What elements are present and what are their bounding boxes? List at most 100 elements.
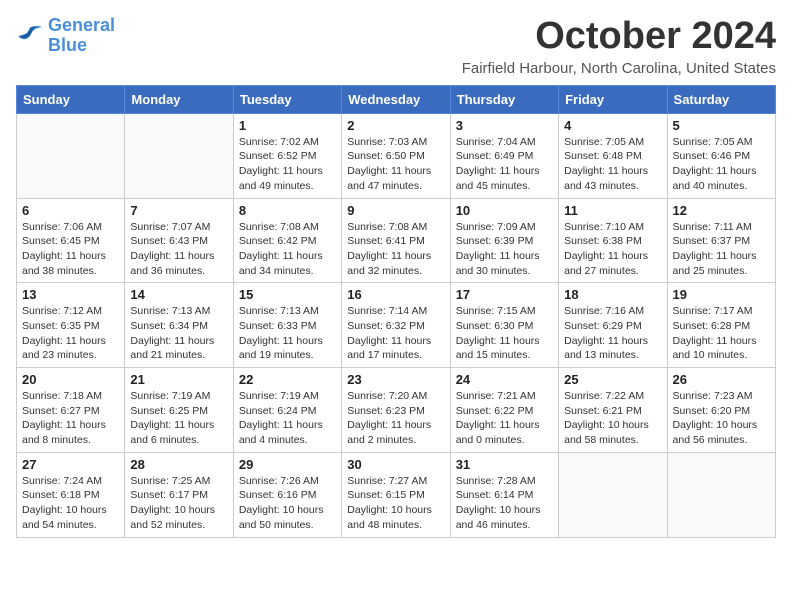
- calendar-cell: 14 Sunrise: 7:13 AMSunset: 6:34 PMDayligh…: [125, 283, 233, 368]
- calendar-cell: 15 Sunrise: 7:13 AMSunset: 6:33 PMDayligh…: [233, 283, 341, 368]
- calendar-cell: 16 Sunrise: 7:14 AMSunset: 6:32 PMDayligh…: [342, 283, 450, 368]
- calendar-cell: 27 Sunrise: 7:24 AMSunset: 6:18 PMDayligh…: [17, 452, 125, 537]
- calendar-cell: 7Sunrise: 7:07 AMSunset: 6:43 PMDaylight…: [125, 198, 233, 283]
- calendar-cell: 23 Sunrise: 7:20 AMSunset: 6:23 PMDayligh…: [342, 368, 450, 453]
- location-subtitle: Fairfield Harbour, North Carolina, Unite…: [462, 60, 776, 77]
- day-number: 19: [673, 287, 770, 302]
- day-number: 16: [347, 287, 444, 302]
- calendar-cell: 25Sunrise: 7:22 AMSunset: 6:21 PMDayligh…: [559, 368, 667, 453]
- week-row-1: 1 Sunrise: 7:02 AMSunset: 6:52 PMDaylight…: [17, 113, 776, 198]
- day-info: Sunrise: 7:08 AMSunset: 6:42 PMDaylight:…: [239, 220, 336, 279]
- day-info: Sunrise: 7:23 AMSunset: 6:20 PMDaylight:…: [673, 389, 770, 448]
- calendar-cell: 19Sunrise: 7:17 AMSunset: 6:28 PMDayligh…: [667, 283, 775, 368]
- calendar-cell: 30 Sunrise: 7:27 AMSunset: 6:15 PMDayligh…: [342, 452, 450, 537]
- calendar-header-monday: Monday: [125, 85, 233, 113]
- calendar-cell: [125, 113, 233, 198]
- calendar-header-row: SundayMondayTuesdayWednesdayThursdayFrid…: [17, 85, 776, 113]
- calendar-cell: 28 Sunrise: 7:25 AMSunset: 6:17 PMDayligh…: [125, 452, 233, 537]
- calendar-header-sunday: Sunday: [17, 85, 125, 113]
- week-row-2: 6 Sunrise: 7:06 AMSunset: 6:45 PMDaylight…: [17, 198, 776, 283]
- day-number: 2: [347, 118, 444, 133]
- day-number: 14: [130, 287, 227, 302]
- logo-text: General Blue: [48, 16, 115, 56]
- day-info: Sunrise: 7:20 AMSunset: 6:23 PMDaylight:…: [347, 389, 444, 448]
- day-number: 12: [673, 203, 770, 218]
- day-info: Sunrise: 7:12 AMSunset: 6:35 PMDaylight:…: [22, 304, 119, 363]
- calendar-header-wednesday: Wednesday: [342, 85, 450, 113]
- calendar-cell: 5 Sunrise: 7:05 AMSunset: 6:46 PMDaylight…: [667, 113, 775, 198]
- logo-icon: [16, 24, 44, 48]
- day-info: Sunrise: 7:02 AMSunset: 6:52 PMDaylight:…: [239, 135, 336, 194]
- day-info: Sunrise: 7:13 AMSunset: 6:34 PMDaylight:…: [130, 304, 227, 363]
- day-info: Sunrise: 7:19 AMSunset: 6:25 PMDaylight:…: [130, 389, 227, 448]
- day-info: Sunrise: 7:27 AMSunset: 6:15 PMDaylight:…: [347, 474, 444, 533]
- day-info: Sunrise: 7:22 AMSunset: 6:21 PMDaylight:…: [564, 389, 661, 448]
- day-number: 24: [456, 372, 553, 387]
- calendar-cell: [559, 452, 667, 537]
- day-number: 1: [239, 118, 336, 133]
- day-number: 3: [456, 118, 553, 133]
- calendar-cell: 9Sunrise: 7:08 AMSunset: 6:41 PMDaylight…: [342, 198, 450, 283]
- day-info: Sunrise: 7:05 AMSunset: 6:48 PMDaylight:…: [564, 135, 661, 194]
- day-number: 11: [564, 203, 661, 218]
- calendar-table: SundayMondayTuesdayWednesdayThursdayFrid…: [16, 85, 776, 538]
- day-info: Sunrise: 7:14 AMSunset: 6:32 PMDaylight:…: [347, 304, 444, 363]
- week-row-5: 27 Sunrise: 7:24 AMSunset: 6:18 PMDayligh…: [17, 452, 776, 537]
- calendar-header-thursday: Thursday: [450, 85, 558, 113]
- day-info: Sunrise: 7:18 AMSunset: 6:27 PMDaylight:…: [22, 389, 119, 448]
- title-block: October 2024 Fairfield Harbour, North Ca…: [462, 16, 776, 77]
- day-info: Sunrise: 7:03 AMSunset: 6:50 PMDaylight:…: [347, 135, 444, 194]
- day-info: Sunrise: 7:10 AMSunset: 6:38 PMDaylight:…: [564, 220, 661, 279]
- day-number: 28: [130, 457, 227, 472]
- day-info: Sunrise: 7:21 AMSunset: 6:22 PMDaylight:…: [456, 389, 553, 448]
- day-number: 18: [564, 287, 661, 302]
- calendar-cell: 11 Sunrise: 7:10 AMSunset: 6:38 PMDayligh…: [559, 198, 667, 283]
- calendar-cell: 2 Sunrise: 7:03 AMSunset: 6:50 PMDaylight…: [342, 113, 450, 198]
- calendar-header-friday: Friday: [559, 85, 667, 113]
- day-number: 17: [456, 287, 553, 302]
- calendar-cell: 20Sunrise: 7:18 AMSunset: 6:27 PMDayligh…: [17, 368, 125, 453]
- day-number: 8: [239, 203, 336, 218]
- day-number: 6: [22, 203, 119, 218]
- calendar-cell: 3Sunrise: 7:04 AMSunset: 6:49 PMDaylight…: [450, 113, 558, 198]
- month-title: October 2024: [462, 16, 776, 58]
- day-number: 30: [347, 457, 444, 472]
- day-info: Sunrise: 7:08 AMSunset: 6:41 PMDaylight:…: [347, 220, 444, 279]
- calendar-cell: 12 Sunrise: 7:11 AMSunset: 6:37 PMDayligh…: [667, 198, 775, 283]
- calendar-cell: 29Sunrise: 7:26 AMSunset: 6:16 PMDayligh…: [233, 452, 341, 537]
- day-info: Sunrise: 7:16 AMSunset: 6:29 PMDaylight:…: [564, 304, 661, 363]
- calendar-cell: 4 Sunrise: 7:05 AMSunset: 6:48 PMDaylight…: [559, 113, 667, 198]
- day-number: 15: [239, 287, 336, 302]
- day-number: 23: [347, 372, 444, 387]
- day-number: 27: [22, 457, 119, 472]
- day-info: Sunrise: 7:15 AMSunset: 6:30 PMDaylight:…: [456, 304, 553, 363]
- calendar-cell: 6 Sunrise: 7:06 AMSunset: 6:45 PMDaylight…: [17, 198, 125, 283]
- day-number: 5: [673, 118, 770, 133]
- calendar-header-saturday: Saturday: [667, 85, 775, 113]
- day-info: Sunrise: 7:06 AMSunset: 6:45 PMDaylight:…: [22, 220, 119, 279]
- day-info: Sunrise: 7:19 AMSunset: 6:24 PMDaylight:…: [239, 389, 336, 448]
- calendar-cell: 26Sunrise: 7:23 AMSunset: 6:20 PMDayligh…: [667, 368, 775, 453]
- calendar-cell: 24 Sunrise: 7:21 AMSunset: 6:22 PMDayligh…: [450, 368, 558, 453]
- day-info: Sunrise: 7:11 AMSunset: 6:37 PMDaylight:…: [673, 220, 770, 279]
- week-row-4: 20Sunrise: 7:18 AMSunset: 6:27 PMDayligh…: [17, 368, 776, 453]
- calendar-cell: 13Sunrise: 7:12 AMSunset: 6:35 PMDayligh…: [17, 283, 125, 368]
- day-number: 21: [130, 372, 227, 387]
- calendar-cell: [17, 113, 125, 198]
- calendar-cell: 17 Sunrise: 7:15 AMSunset: 6:30 PMDayligh…: [450, 283, 558, 368]
- calendar-cell: 22Sunrise: 7:19 AMSunset: 6:24 PMDayligh…: [233, 368, 341, 453]
- calendar-cell: 21 Sunrise: 7:19 AMSunset: 6:25 PMDayligh…: [125, 368, 233, 453]
- day-number: 31: [456, 457, 553, 472]
- day-number: 7: [130, 203, 227, 218]
- day-info: Sunrise: 7:05 AMSunset: 6:46 PMDaylight:…: [673, 135, 770, 194]
- calendar-header-tuesday: Tuesday: [233, 85, 341, 113]
- calendar-cell: 18 Sunrise: 7:16 AMSunset: 6:29 PMDayligh…: [559, 283, 667, 368]
- day-info: Sunrise: 7:25 AMSunset: 6:17 PMDaylight:…: [130, 474, 227, 533]
- week-row-3: 13Sunrise: 7:12 AMSunset: 6:35 PMDayligh…: [17, 283, 776, 368]
- calendar-cell: 10Sunrise: 7:09 AMSunset: 6:39 PMDayligh…: [450, 198, 558, 283]
- day-number: 4: [564, 118, 661, 133]
- day-info: Sunrise: 7:24 AMSunset: 6:18 PMDaylight:…: [22, 474, 119, 533]
- calendar-cell: 31 Sunrise: 7:28 AMSunset: 6:14 PMDayligh…: [450, 452, 558, 537]
- day-info: Sunrise: 7:28 AMSunset: 6:14 PMDaylight:…: [456, 474, 553, 533]
- day-info: Sunrise: 7:13 AMSunset: 6:33 PMDaylight:…: [239, 304, 336, 363]
